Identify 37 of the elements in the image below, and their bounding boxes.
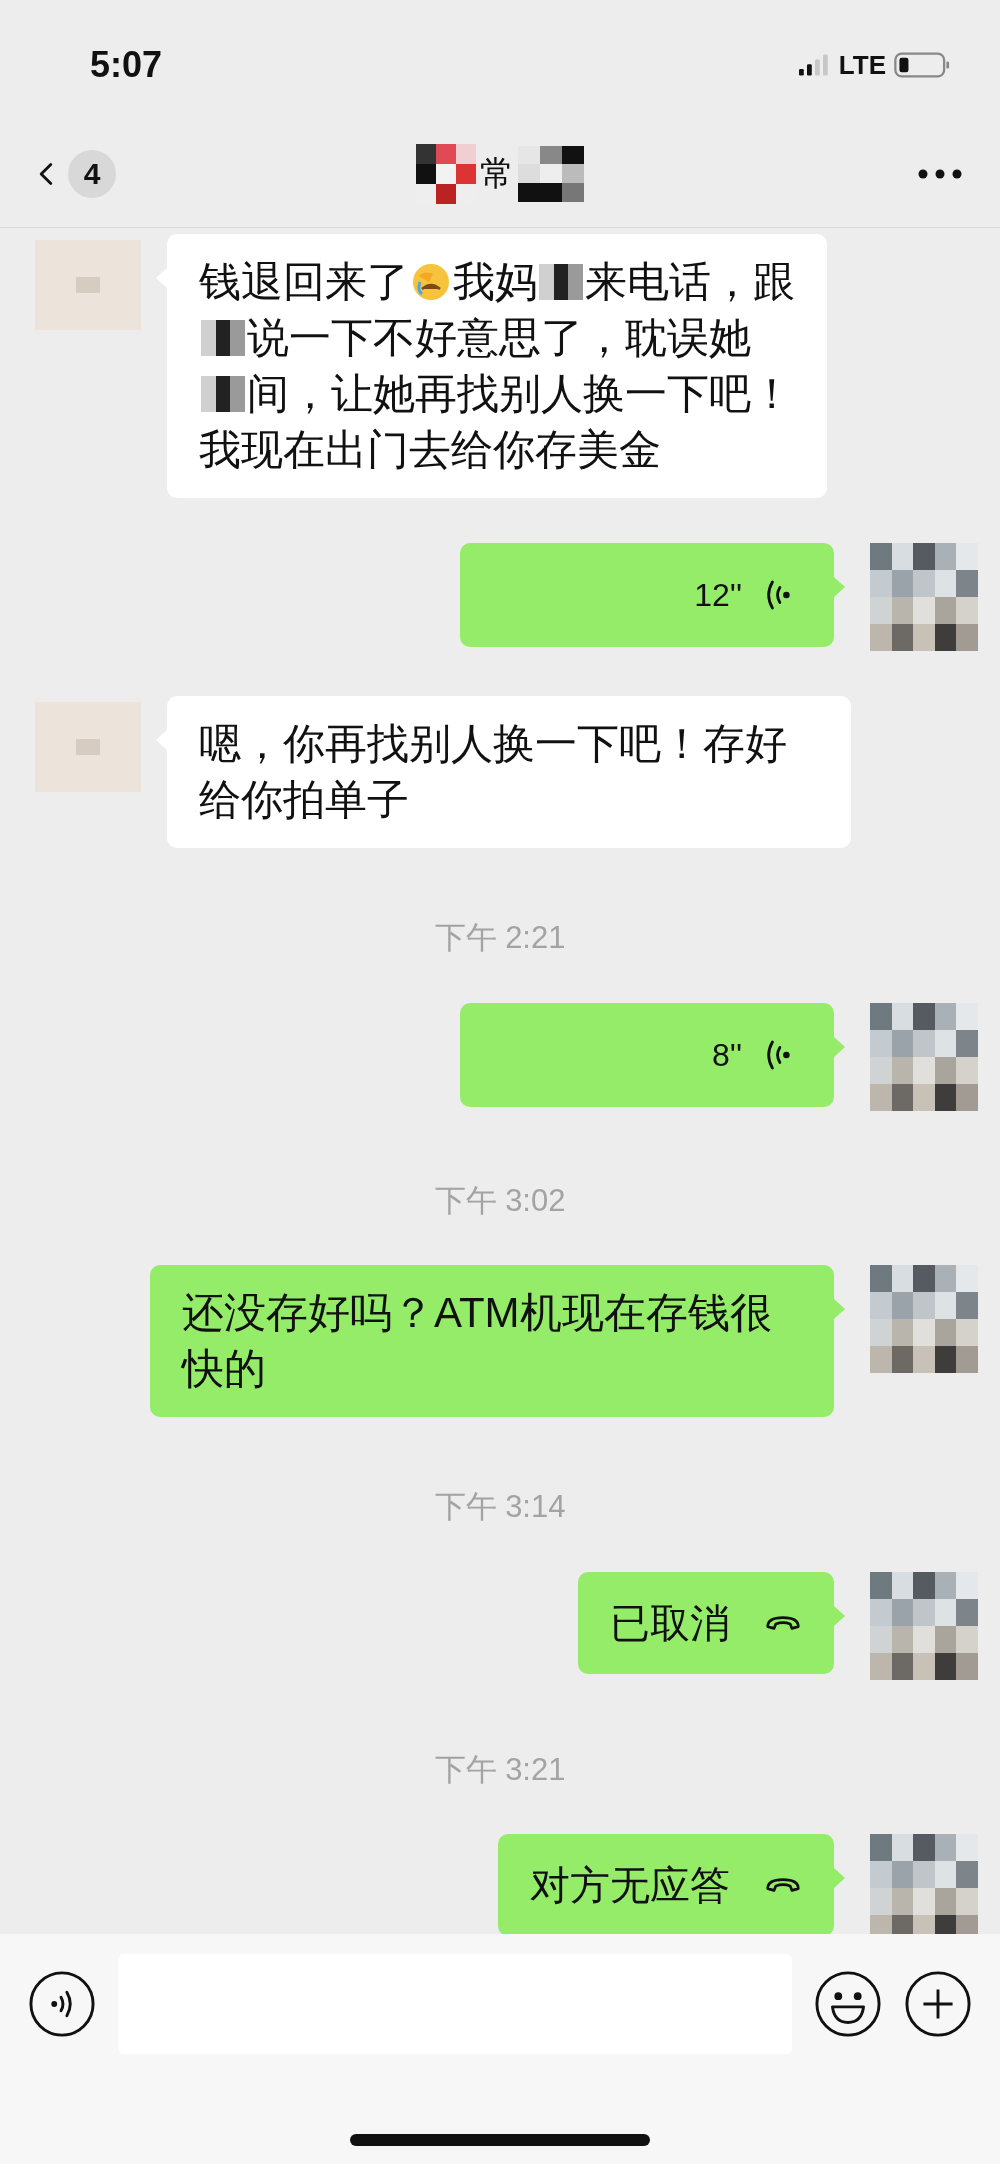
timestamp: 下午 2:21: [434, 919, 566, 957]
call-status: 对方无应答: [530, 1862, 730, 1909]
message-text: 说一下不好意思了，耽误她: [247, 313, 751, 363]
voice-input-icon[interactable]: [28, 1970, 96, 2038]
status-time: 5:07: [90, 43, 163, 87]
voice-wave-icon: [764, 578, 792, 612]
mosaic-redaction: [201, 320, 245, 356]
message-text: 我妈: [453, 257, 537, 307]
mosaic-redaction: [518, 145, 584, 202]
chat-title: 常: [480, 153, 514, 194]
message-text: 还没存好吗？ATM机现在存钱很快的: [182, 1288, 773, 1394]
message-text: 我现在出门去给你存美金: [199, 425, 661, 475]
battery-icon: [894, 52, 950, 78]
network-label: LTE: [838, 48, 886, 82]
back-icon: [38, 160, 54, 187]
call-status: 已取消: [610, 1599, 730, 1647]
signal-icon: [798, 54, 831, 76]
timestamp: 下午 3:21: [434, 1750, 566, 1789]
voice-duration: 8'': [712, 1035, 742, 1075]
add-icon[interactable]: [904, 1970, 972, 2038]
voice-duration: 12'': [694, 576, 742, 615]
voice-wave-icon: [764, 1037, 792, 1072]
message-text: 嗯，你再找别人换一下吧！存好给你拍单子: [199, 719, 788, 825]
message-text: 间，让她再找别人换一下吧！: [247, 369, 793, 419]
emoji-icon[interactable]: [814, 1970, 882, 2038]
message-text: 来电话，跟: [585, 257, 795, 307]
more-icon[interactable]: [918, 168, 962, 179]
mosaic-redaction: [539, 264, 583, 300]
mosaic-redaction: [416, 143, 476, 204]
timestamp: 下午 3:14: [434, 1488, 566, 1526]
mosaic-redaction: [201, 376, 245, 412]
timestamp: 下午 3:02: [434, 1181, 566, 1220]
crying-face-icon: [411, 262, 451, 302]
phone-icon: [764, 1613, 802, 1632]
unread-count-badge[interactable]: 4: [68, 149, 116, 198]
phone-icon: [764, 1876, 802, 1894]
message-text: 钱退回来了: [199, 257, 409, 307]
